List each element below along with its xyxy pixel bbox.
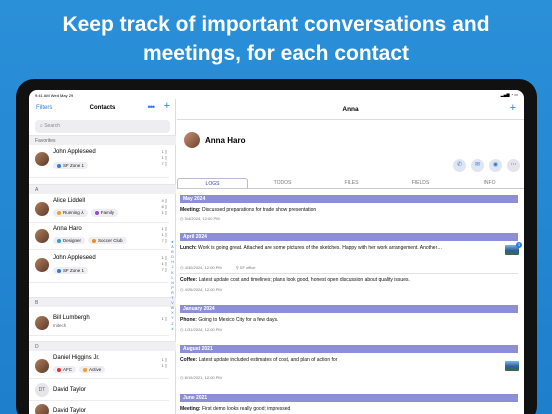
alphabet-index[interactable]: ★ A B D H J K L N P R T V W X Y Z #: [169, 240, 176, 332]
log-entry-text[interactable]: Coffee: Latest update included estimates…: [180, 357, 490, 363]
section-header: B: [29, 297, 176, 307]
avatar: [35, 404, 49, 414]
avatar: [35, 258, 49, 272]
contact-name: Anna Haro: [53, 226, 82, 232]
status-time: 9:41 AM Wed May 29: [35, 93, 74, 98]
tag: SF Zone 1: [53, 162, 89, 169]
divider: [177, 119, 524, 120]
contact-detail: Anna + Anna Haro ✆ ✉ ◉ ⋯ LOGS TODOS FILE…: [177, 99, 524, 414]
tag: SF Zone 1: [53, 267, 89, 274]
add-log-button[interactable]: +: [510, 102, 516, 114]
month-header: June 2021: [180, 394, 518, 402]
contact-counts: 1 ▯: [161, 316, 167, 321]
contact-name: Alice Liddell: [53, 198, 86, 204]
contact-name: David Taylor: [53, 387, 86, 393]
log-entry-text[interactable]: Coffee: Latest update cost and timelines…: [180, 277, 490, 283]
contact-row[interactable]: Bill Lumbergh Initech 1 ▯: [29, 308, 169, 336]
month-header: May 2024: [180, 195, 518, 203]
action-buttons: ✆ ✉ ◉ ⋯: [453, 159, 520, 172]
search-placeholder: Search: [44, 123, 61, 129]
contact-row[interactable]: Anna Haro Designer Soccer Club 1 ▯ 1 ▯ 7…: [29, 223, 169, 250]
add-contact-button[interactable]: +: [164, 100, 170, 112]
divider: [180, 273, 518, 274]
section-header: A: [29, 184, 176, 194]
tag: Soccer Club: [88, 237, 127, 244]
contact-name: John Appleseed: [53, 255, 96, 261]
contact-name: Anna Haro: [205, 136, 246, 145]
tag: Running ⅄: [53, 209, 88, 217]
contact-row[interactable]: DT David Taylor: [29, 379, 169, 401]
log-date: ◷ 1/31/2024, 12:00 PM: [180, 327, 222, 332]
avatar: [35, 359, 49, 373]
tab-logs[interactable]: LOGS: [177, 178, 248, 188]
status-indicators: ▂▄▆ ◔ ▭: [500, 92, 518, 97]
location-label: ⚲ SF office: [235, 265, 256, 270]
month-header: August 2021: [180, 345, 518, 353]
contact-row[interactable]: David Taylor: [29, 401, 169, 414]
log-date: ◷ 4/30/2024, 12:00 PM ⚲ SF office: [180, 265, 256, 270]
tag: Family: [90, 209, 119, 217]
log-entry-text[interactable]: Meeting: Discussed preparations for trad…: [180, 207, 490, 213]
contact-row[interactable]: John Appleseed SF Zone 1 1 ▯ 1 ▯ 7 ▯: [29, 250, 169, 283]
app-screen: 9:41 AM Wed May 29 ▂▄▆ ◔ ▭ Filters Conta…: [29, 90, 524, 414]
avatar: DT: [35, 383, 49, 397]
sidebar-header: Filters Contacts ••• +: [29, 99, 175, 119]
detail-title: Anna: [342, 106, 359, 113]
tab-info[interactable]: INFO: [455, 178, 524, 188]
search-input[interactable]: ⌕ Search: [35, 120, 170, 133]
contact-counts: 4 ▯ 6 ▯ 1 ▯: [161, 198, 167, 215]
avatar: [35, 202, 49, 216]
contact-company: Initech: [53, 323, 67, 328]
contact-name: Bill Lumbergh: [53, 315, 90, 321]
avatar: [184, 132, 200, 148]
headline-line-2: meetings, for each contact: [142, 42, 410, 65]
contact-name: Daniel Higgins Jr.: [53, 355, 100, 361]
photo-count-badge: 3: [516, 242, 522, 248]
contact-row[interactable]: John Appleseed SF Zone 1 1 ▯ 1 ▯ 7 ▯: [29, 146, 169, 178]
more-icon[interactable]: •••: [148, 102, 156, 112]
log-date: ◷ 8/19/2021, 12:00 PM: [180, 375, 222, 380]
tab-files[interactable]: FILES: [317, 178, 386, 188]
log-date: ◷ 5/4/2024, 12:00 PM: [180, 216, 220, 221]
avatar: [35, 229, 49, 243]
chat-icon[interactable]: ◉: [489, 159, 502, 172]
contact-row[interactable]: Daniel Higgins Jr. AFC Active 1 ▯ 1 ▯: [29, 352, 169, 379]
contact-name: David Taylor: [53, 408, 86, 414]
more-icon[interactable]: ⋯: [507, 159, 520, 172]
section-header: Favorites: [29, 135, 176, 145]
tag: Designer: [53, 237, 86, 244]
avatar: [35, 152, 49, 166]
tab-todos[interactable]: TODOS: [248, 178, 317, 188]
contact-counts: 1 ▯ 1 ▯: [161, 357, 167, 368]
section-header: D: [29, 341, 176, 351]
log-entry-text[interactable]: Phone: Going to Mexico City for a few da…: [180, 317, 490, 323]
contacts-sidebar: Filters Contacts ••• + ⌕ Search Favorite…: [29, 99, 176, 414]
tag: Active: [79, 366, 106, 373]
log-entry-text[interactable]: Meeting: First demo looks really good; i…: [180, 406, 490, 412]
status-bar: 9:41 AM Wed May 29 ▂▄▆ ◔ ▭: [29, 90, 524, 99]
month-header: April 2024: [180, 233, 518, 241]
tab-fields[interactable]: FIELDS: [386, 178, 455, 188]
phone-icon[interactable]: ✆: [453, 159, 466, 172]
message-icon[interactable]: ✉: [471, 159, 484, 172]
contact-row[interactable]: Alice Liddell Running ⅄ Family 4 ▯ 6 ▯ 1…: [29, 195, 169, 223]
avatar: [35, 316, 49, 330]
contact-counts: 1 ▯ 1 ▯ 7 ▯: [161, 255, 167, 272]
contact-name: John Appleseed: [53, 149, 96, 155]
contact-counts: 1 ▯ 1 ▯ 7 ▯: [161, 149, 167, 166]
photo-thumbnail[interactable]: [505, 361, 519, 371]
tab-bar: LOGS TODOS FILES FIELDS INFO: [177, 178, 524, 189]
marketing-headline: Keep track of important conversations an…: [0, 10, 552, 68]
contact-counts: 1 ▯ 1 ▯ 7 ▯: [161, 226, 167, 243]
headline-line-1: Keep track of important conversations an…: [62, 13, 490, 36]
log-date: ◷ 4/26/2024, 12:00 PM: [180, 287, 222, 292]
month-header: January 2024: [180, 305, 518, 313]
log-entry-text[interactable]: Lunch: Work is going great. Attached are…: [180, 245, 490, 251]
tag: AFC: [53, 366, 76, 373]
